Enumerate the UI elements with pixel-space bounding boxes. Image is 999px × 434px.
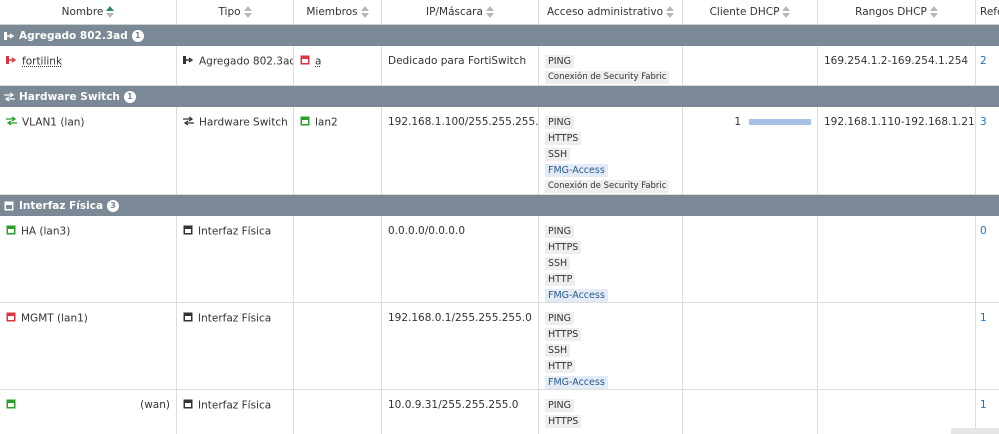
sort-icon [782,6,790,18]
sort-icon [244,6,252,18]
ref-count-link[interactable]: 2 [980,55,987,67]
access-pill: HTTP [545,360,575,373]
access-pill: Conexión de Security Fabric [545,71,669,84]
group-header-hardware-switch[interactable]: Hardware Switch 1 [0,86,999,107]
ethernet-port-icon [183,399,193,412]
access-pill: PING [545,399,574,412]
ethernet-port-icon [4,201,15,211]
access-pill: PING [545,55,574,68]
aggregate-icon [183,55,194,68]
col-header-ip[interactable]: IP/Máscara [382,0,539,24]
access-pill: FMG-Access [545,376,608,389]
group-header-aggregate[interactable]: Agregado 802.3ad 1 [0,25,999,46]
sort-icon [106,6,114,18]
table-row[interactable]: HA (lan3) Interfaz Física 0.0.0.0/0.0.0.… [0,216,999,303]
access-pill: SSH [545,148,570,161]
sort-icon [666,6,674,18]
ethernet-port-icon [183,312,193,325]
interface-type: Interfaz Física [198,313,271,325]
col-header-nombre[interactable]: Nombre [0,0,177,24]
access-pill: FMG-Access [545,289,608,302]
switch-icon [6,116,17,129]
ip-mask: 10.0.9.31/255.255.255.0 [388,399,518,411]
ethernet-port-icon [6,399,16,412]
dhcp-usage-bar [749,119,811,125]
dhcp-range: 169.254.1.2-169.254.1.254 [824,55,968,67]
access-pill: PING [545,225,574,238]
col-header-dhcp[interactable]: Cliente DHCP [683,0,818,24]
ethernet-port-icon [6,312,16,325]
ip-mask: 0.0.0.0/0.0.0.0 [388,225,465,237]
interface-name[interactable]: fortilink [22,56,62,68]
group-count-badge: 1 [132,30,144,42]
ip-mask: Dedicado para FortiSwitch [388,55,526,67]
table-header: Nombre Tipo Miembros IP/Máscara Acceso a… [0,0,999,25]
ethernet-port-icon [6,225,16,238]
aggregate-icon [4,31,15,41]
sort-icon [486,6,494,18]
access-pill: HTTPS [545,415,581,428]
ethernet-port-icon [300,116,310,129]
table-row[interactable]: (wan) Interfaz Física 10.0.9.31/255.255.… [0,390,999,434]
group-count-badge: 1 [124,91,136,103]
switch-icon [183,116,194,129]
access-pill: PING [545,312,574,325]
access-pill: FMG-Access [545,164,608,177]
interface-type: Hardware Switch [199,117,288,129]
access-pill: HTTPS [545,132,581,145]
horizontal-scrollbar[interactable] [951,428,999,434]
interfaces-table: Nombre Tipo Miembros IP/Máscara Acceso a… [0,0,999,434]
aggregate-icon [6,55,17,68]
ref-count-link[interactable]: 1 [980,399,987,411]
access-pill: SSH [545,257,570,270]
interface-name[interactable]: (wan) [140,399,170,411]
dhcp-client-count: 1 [734,116,741,128]
table-row[interactable]: MGMT (lan1) Interfaz Física 192.168.0.1/… [0,303,999,390]
ref-count-link[interactable]: 3 [980,116,987,128]
group-header-physical-interface[interactable]: Interfaz Física 3 [0,195,999,216]
interface-name[interactable]: VLAN1 (lan) [22,117,85,129]
member-name[interactable]: a [315,56,321,68]
col-header-ref[interactable]: Refe [976,0,999,24]
interface-type: Agregado 802.3ad [199,56,294,68]
dhcp-range: 192.168.1.110-192.168.1.210 [824,116,976,128]
switch-icon [4,92,15,102]
ethernet-port-icon [300,55,310,68]
interface-name[interactable]: HA (lan3) [21,226,70,238]
interface-type: Interfaz Física [198,226,271,238]
access-pill: SSH [545,344,570,357]
access-pill: PING [545,116,574,129]
group-count-badge: 3 [107,200,119,212]
ref-count-link[interactable]: 1 [980,312,987,324]
col-header-miembros[interactable]: Miembros [294,0,382,24]
ip-mask: 192.168.0.1/255.255.255.0 [388,312,532,324]
ip-mask: 192.168.1.100/255.255.255.0 [388,116,539,128]
access-pill: Conexión de Security Fabric [545,180,669,193]
interface-name[interactable]: MGMT (lan1) [21,313,88,325]
access-pill: HTTPS [545,241,581,254]
table-row[interactable]: fortilink Agregado 802.3ad a Dedicado pa… [0,46,999,86]
access-pill: HTTP [545,273,575,286]
table-row[interactable]: VLAN1 (lan) Hardware Switch lan2 192.168… [0,107,999,195]
sort-icon [930,6,938,18]
col-header-acceso[interactable]: Acceso administrativo [539,0,683,24]
col-header-tipo[interactable]: Tipo [177,0,294,24]
interface-type: Interfaz Física [198,400,271,412]
ethernet-port-icon [183,225,193,238]
sort-icon [361,6,369,18]
member-name[interactable]: lan2 [315,117,338,129]
ref-count-link[interactable]: 0 [980,225,987,237]
col-header-rangos[interactable]: Rangos DHCP [818,0,976,24]
access-pill: HTTPS [545,328,581,341]
